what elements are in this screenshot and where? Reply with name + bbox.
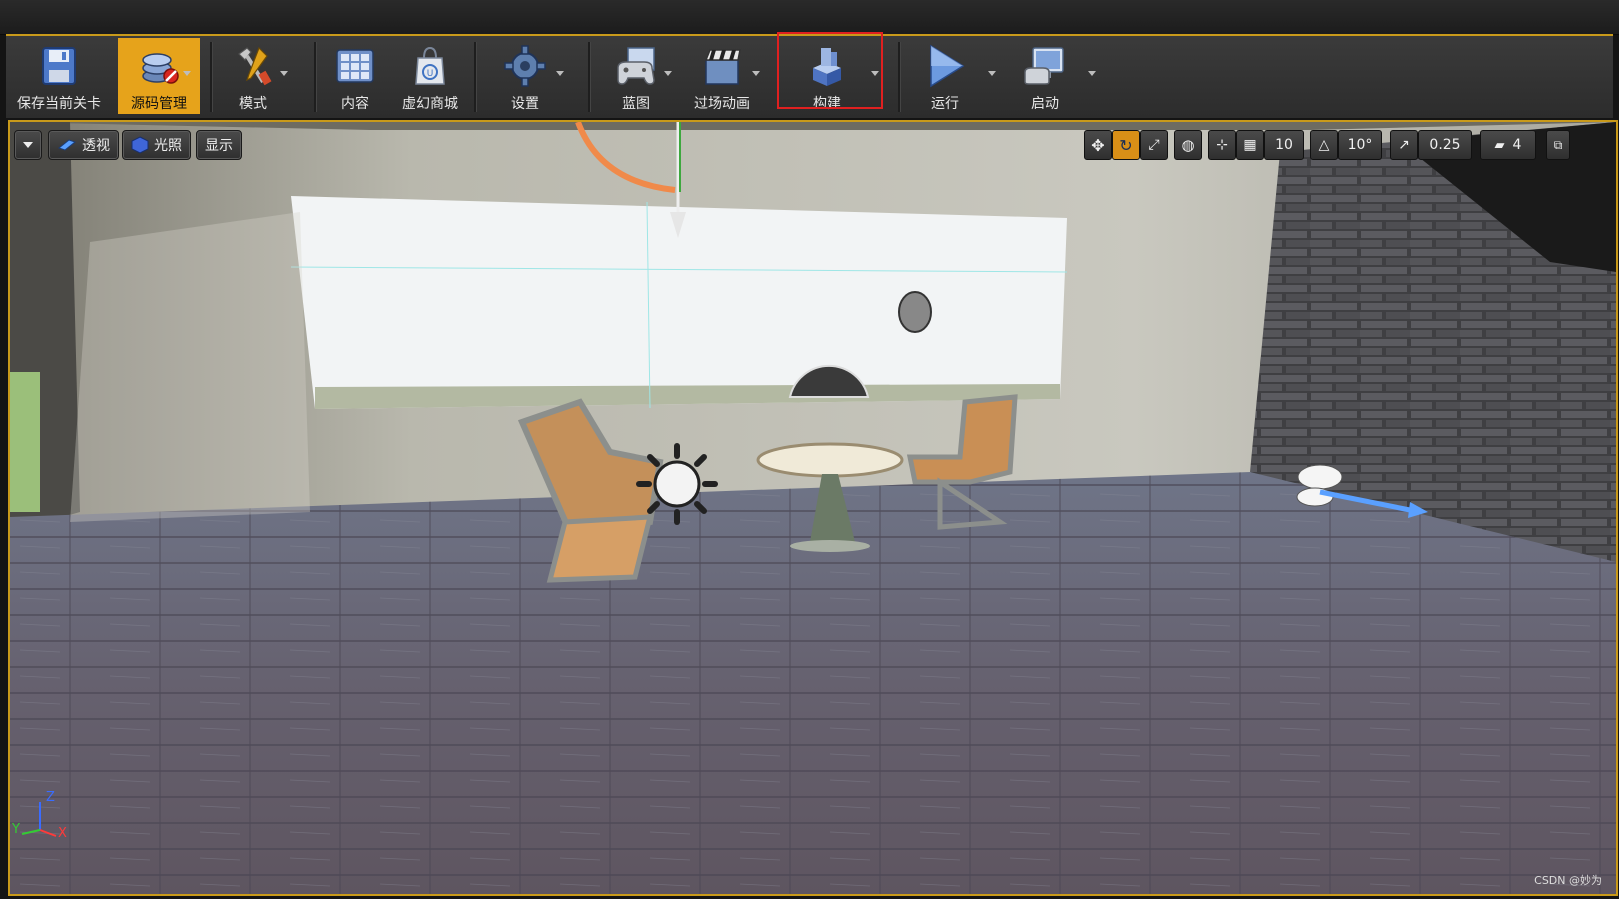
source-control-dropdown-caret[interactable] [181, 68, 193, 78]
scene-render[interactable] [10, 122, 1616, 894]
source-control-label: 源码管理 [131, 96, 187, 112]
grid-snap-value-dropdown[interactable]: 10 [1264, 130, 1304, 160]
settings-dropdown-caret[interactable] [554, 68, 566, 78]
content-button[interactable]: 内容 [324, 38, 386, 114]
build-dropdown-caret[interactable] [869, 68, 881, 78]
scale-snap-value: 0.25 [1429, 137, 1461, 153]
scale-icon: ⤢ [1148, 137, 1160, 153]
perspective-button[interactable]: 透视 [48, 130, 119, 160]
toolbar-separator [898, 42, 901, 112]
content-grid-icon [336, 49, 374, 83]
marketplace-button[interactable]: U 虚幻商城 [392, 38, 468, 114]
cinematics-clapper-icon [704, 49, 741, 85]
perspective-label: 透视 [82, 138, 110, 154]
blueprint-button[interactable]: 蓝图 [602, 38, 670, 114]
content-label: 内容 [341, 96, 369, 112]
watermark: CSDN @妙为 [1534, 874, 1602, 887]
play-icon [930, 44, 965, 88]
modes-tools-icon [238, 46, 272, 86]
title-bar [0, 0, 1619, 35]
angle-icon: △ [1318, 137, 1330, 153]
source-control-icon [142, 53, 179, 84]
blueprint-label: 蓝图 [622, 96, 650, 112]
show-flags-button[interactable]: 显示 [196, 130, 242, 160]
viewport-options-button[interactable] [14, 130, 42, 160]
save-floppy-icon [42, 47, 76, 85]
launch-label: 启动 [1031, 96, 1059, 112]
globe-icon: ◍ [1181, 136, 1195, 154]
surface-snap-icon: ⊹ [1216, 137, 1228, 153]
camera-speed-value: 4 [1512, 137, 1522, 153]
maximize-viewport-button[interactable]: ⧉ [1546, 130, 1570, 160]
toolbar-separator [210, 42, 213, 112]
settings-label: 设置 [511, 96, 539, 112]
settings-gear-icon [504, 45, 546, 87]
play-button[interactable]: 运行 [910, 38, 980, 114]
build-blocks-icon [813, 48, 841, 86]
build-label: 构建 [813, 96, 841, 112]
axis-z-label: Z [46, 790, 55, 805]
chevron-down-icon [23, 142, 33, 148]
level-viewport[interactable]: Z X Y 透视 光照 显示 ✥ ↻ ⤢ ◍ ⊹ ▦ 10 △ 10° ↗ 0.… [8, 120, 1618, 896]
lit-label: 光照 [154, 138, 182, 154]
axis-y-label: Y [12, 822, 20, 837]
surface-snap-button[interactable]: ⊹ [1208, 130, 1236, 160]
rotation-snap-toggle[interactable]: △ [1310, 130, 1338, 160]
blueprint-dropdown-caret[interactable] [662, 68, 674, 78]
rotate-icon: ↻ [1119, 135, 1133, 155]
lit-mode-button[interactable]: 光照 [122, 130, 191, 160]
grid-icon: ▦ [1243, 137, 1257, 153]
cinematics-dropdown-caret[interactable] [750, 68, 762, 78]
blueprint-gamepad-icon [617, 47, 655, 85]
axis-x-label: X [58, 826, 67, 841]
scale-snap-value-dropdown[interactable]: 0.25 [1418, 130, 1472, 160]
save-level-button[interactable]: 保存当前关卡 [12, 38, 106, 114]
launch-dropdown-caret[interactable] [1086, 68, 1098, 78]
toolbar-separator [314, 42, 317, 112]
lit-sphere-icon [131, 136, 149, 154]
modes-label: 模式 [239, 96, 267, 112]
scale-tool-button[interactable]: ⤢ [1140, 130, 1168, 160]
rotation-snap-value-dropdown[interactable]: 10° [1338, 130, 1382, 160]
directional-light-sun-icon [636, 443, 718, 525]
rotate-tool-button[interactable]: ↻ [1112, 130, 1140, 160]
play-label: 运行 [931, 96, 959, 112]
scale-snap-toggle[interactable]: ↗ [1390, 130, 1418, 160]
marketplace-label: 虚幻商城 [402, 96, 458, 112]
move-arrows-icon: ✥ [1091, 135, 1105, 155]
camera-speed-dropdown[interactable]: ▰ 4 [1480, 130, 1536, 160]
rotation-snap-value: 10° [1347, 137, 1373, 153]
grid-snap-toggle[interactable]: ▦ [1236, 130, 1264, 160]
modes-dropdown-caret[interactable] [278, 68, 290, 78]
build-button[interactable]: 构建 [792, 38, 862, 114]
cinematics-label: 过场动画 [694, 96, 750, 112]
marketplace-bag-icon: U [415, 46, 445, 85]
save-level-label: 保存当前关卡 [17, 96, 101, 112]
grid-snap-value: 10 [1275, 137, 1293, 153]
show-label: 显示 [205, 138, 233, 154]
toolbar-separator [588, 42, 591, 112]
perspective-cube-icon [57, 139, 77, 151]
play-dropdown-caret[interactable] [986, 68, 998, 78]
translate-tool-button[interactable]: ✥ [1084, 130, 1112, 160]
main-toolbar: 保存当前关卡 源码管理 模式 内容 U 虚幻商城 设置 蓝图 过场动画 构建 运… [6, 34, 1613, 118]
launch-button[interactable]: 启动 [1010, 38, 1080, 114]
scale-arrow-icon: ↗ [1398, 137, 1410, 153]
maximize-icon: ⧉ [1553, 137, 1563, 152]
camera-icon: ▰ [1494, 137, 1505, 153]
launch-monitor-icon [1024, 47, 1064, 85]
modes-button[interactable]: 模式 [222, 38, 284, 114]
toolbar-separator [474, 42, 477, 112]
svg-text:U: U [427, 69, 434, 79]
world-local-toggle-button[interactable]: ◍ [1174, 130, 1202, 160]
